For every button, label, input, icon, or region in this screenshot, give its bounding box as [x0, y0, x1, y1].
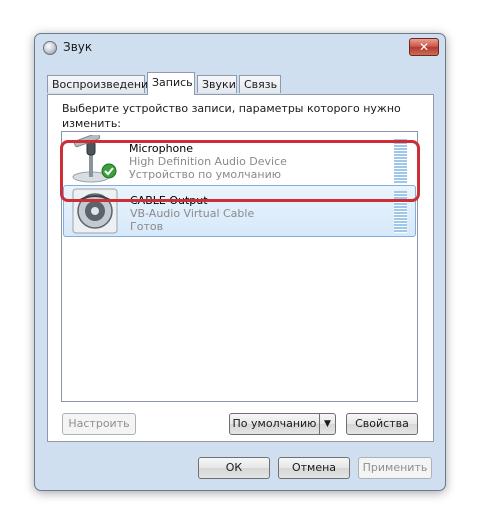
close-button[interactable]: ✕ [409, 38, 439, 56]
recording-panel: Выберите устройство записи, параметры ко… [47, 94, 434, 442]
device-item-cable-output[interactable]: CABLE Output VB-Audio Virtual Cable Гото… [63, 185, 416, 237]
microphone-icon [72, 135, 117, 183]
cancel-button[interactable]: Отмена [278, 457, 350, 479]
device-name: Microphone [129, 142, 194, 155]
tab-sounds[interactable]: Звуки [197, 75, 237, 93]
tab-recording[interactable]: Запись [147, 72, 195, 95]
device-status: Устройство по умолчанию [129, 168, 282, 181]
window-title: Звук [63, 40, 93, 54]
speaker-icon [43, 41, 57, 55]
dropdown-arrow-icon[interactable]: ▼ [319, 414, 335, 434]
instructions-text: Выберите устройство записи, параметры ко… [62, 102, 401, 130]
device-description: VB-Audio Virtual Cable [130, 207, 255, 220]
ok-button[interactable]: ОК [198, 457, 270, 479]
apply-button[interactable]: Применить [358, 457, 432, 479]
device-description: High Definition Audio Device [129, 155, 287, 168]
level-meter [394, 139, 407, 183]
device-item-microphone[interactable]: Microphone High Definition Audio Device … [63, 133, 416, 185]
tab-playback[interactable]: Воспроизведение [47, 75, 155, 93]
sound-dialog: Звук ✕ Воспроизведение Запись Звуки Связ… [34, 33, 446, 491]
set-default-label: По умолчанию [232, 417, 317, 430]
cable-output-icon [72, 188, 118, 234]
device-list[interactable]: Microphone High Definition Audio Device … [61, 131, 418, 402]
device-status: Готов [130, 220, 164, 233]
title-bar[interactable]: Звук ✕ [35, 34, 445, 62]
device-name: CABLE Output [130, 194, 208, 207]
tab-communications[interactable]: Связь [239, 75, 281, 93]
set-default-button[interactable]: По умолчанию ▼ [229, 413, 336, 435]
properties-button[interactable]: Свойства [346, 413, 418, 435]
level-meter [394, 191, 407, 233]
configure-button[interactable]: Настроить [62, 413, 136, 435]
